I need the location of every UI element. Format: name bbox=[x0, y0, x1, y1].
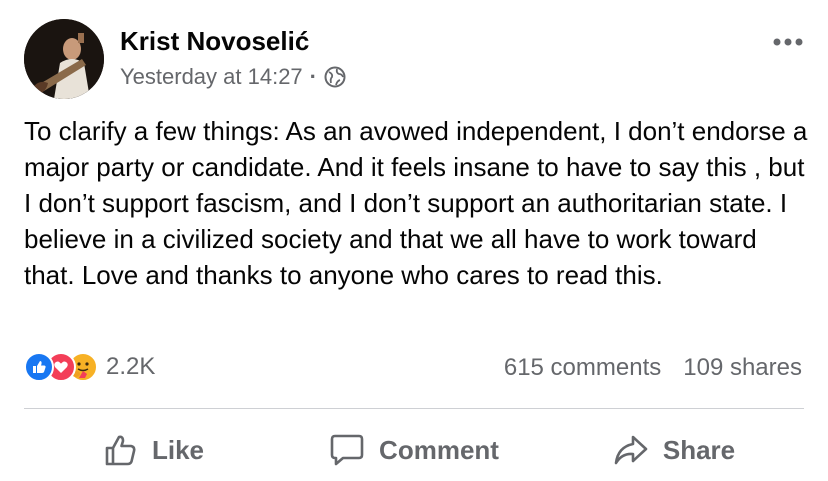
avatar-image bbox=[24, 19, 104, 99]
thumbs-up-icon bbox=[105, 435, 136, 466]
post-actions: Like Comment Share bbox=[24, 422, 804, 478]
like-label: Like bbox=[151, 434, 205, 465]
post-text: To clarify a few things: As an avowed in… bbox=[24, 116, 808, 290]
facebook-post: Krist Novoselić Yesterday at 14:27 · To … bbox=[0, 0, 828, 481]
post-meta: Yesterday at 14:27 · bbox=[120, 64, 346, 90]
reactions-count: 2.2K bbox=[106, 353, 156, 380]
like-button[interactable]: Like bbox=[24, 422, 284, 478]
comment-button[interactable]: Comment bbox=[284, 422, 544, 478]
engagement-stats: 615 comments 109 shares bbox=[504, 354, 802, 382]
actions-divider bbox=[24, 408, 804, 409]
share-button[interactable]: Share bbox=[544, 422, 804, 478]
share-arrow-icon bbox=[614, 435, 648, 465]
comment-label: Comment bbox=[379, 434, 499, 465]
author-name[interactable]: Krist Novoselić bbox=[120, 26, 309, 57]
globe-icon[interactable] bbox=[324, 66, 346, 88]
avatar[interactable] bbox=[24, 19, 104, 99]
shares-count[interactable]: 109 shares bbox=[683, 354, 802, 382]
post-timestamp[interactable]: Yesterday at 14:27 bbox=[120, 64, 303, 90]
share-label: Share bbox=[662, 434, 736, 465]
meta-separator: · bbox=[309, 64, 317, 89]
reactions-summary[interactable]: 2.2K bbox=[24, 352, 155, 382]
comment-icon bbox=[330, 434, 364, 466]
like-reaction-icon bbox=[24, 352, 54, 382]
more-options-icon[interactable] bbox=[772, 32, 804, 52]
comments-count[interactable]: 615 comments bbox=[504, 354, 661, 382]
